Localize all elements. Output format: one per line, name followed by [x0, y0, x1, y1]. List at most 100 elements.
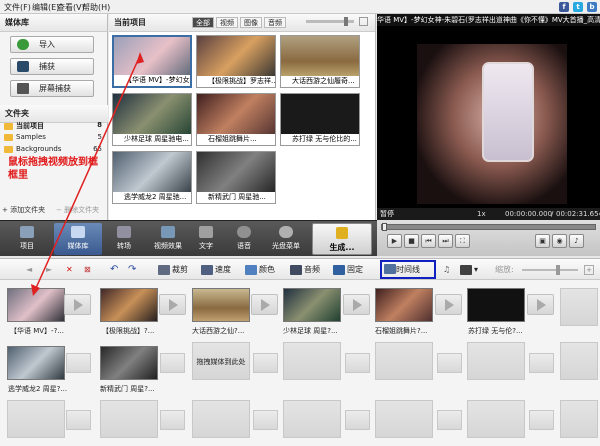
empty-slot[interactable] — [7, 400, 65, 438]
media-tile[interactable]: 苏打绿 无与伦比的... — [280, 93, 360, 146]
transition-slot[interactable] — [345, 410, 370, 430]
transition-slot[interactable] — [437, 353, 462, 373]
media-tile[interactable]: 少林足球 周星驰电... — [112, 93, 192, 146]
facebook-icon[interactable]: f — [559, 2, 569, 12]
twitter-icon[interactable]: t — [573, 2, 583, 12]
tab-all[interactable]: 全部 — [192, 17, 214, 28]
tree-item-samples[interactable]: Samples 5 — [4, 133, 104, 141]
drop-here-slot[interactable]: 拖拽媒体到此处 — [192, 342, 250, 380]
media-tile[interactable]: 逃学威龙2 周星驰... — [112, 151, 192, 204]
move-right-icon[interactable]: ► — [46, 263, 52, 276]
transition-slot[interactable] — [435, 294, 462, 315]
storyboard-clip[interactable] — [7, 288, 65, 322]
empty-slot[interactable] — [560, 400, 598, 438]
storyboard-clip[interactable] — [7, 346, 65, 380]
slider-handle[interactable] — [344, 17, 348, 26]
storyboard-clip[interactable] — [375, 288, 433, 322]
empty-slot[interactable] — [192, 400, 250, 438]
media-tile[interactable]: 新精武门 周星驰... — [196, 151, 276, 204]
menu-view[interactable]: 查看(V) — [57, 2, 85, 13]
tab-video[interactable]: 视频 — [216, 17, 238, 28]
transition-slot[interactable] — [345, 353, 370, 373]
transition-slot[interactable] — [529, 410, 554, 430]
undo-icon[interactable]: ↶ — [110, 263, 118, 276]
transition-slot[interactable] — [437, 410, 462, 430]
add-folder-button[interactable]: + 添加文件夹 — [2, 205, 45, 215]
stop-button[interactable]: ■ — [404, 234, 419, 248]
transition-slot[interactable] — [529, 353, 554, 373]
transition-slot[interactable] — [251, 294, 278, 315]
voiceover-icon[interactable]: ♫ — [443, 263, 450, 276]
fullscreen-button[interactable]: ⛶ — [455, 234, 470, 248]
empty-slot[interactable] — [560, 342, 598, 380]
capture-button[interactable]: 捕获 — [10, 58, 94, 75]
media-tile[interactable]: 【极限挑战】罗志祥... — [196, 35, 276, 88]
monitor-button[interactable]: ▣ — [535, 234, 550, 248]
storyboard-clip[interactable] — [100, 288, 158, 322]
transition-slot[interactable] — [66, 410, 91, 430]
color-button[interactable]: 颜色 — [245, 263, 275, 276]
empty-slot[interactable] — [283, 400, 341, 438]
media-library-button[interactable]: 媒体库 — [54, 223, 102, 255]
transition-slot[interactable] — [160, 410, 185, 430]
empty-slot[interactable] — [375, 342, 433, 380]
transition-slot[interactable] — [253, 353, 278, 373]
import-button[interactable]: 导入 — [10, 36, 94, 53]
zoom-slider[interactable] — [522, 265, 578, 275]
media-tile[interactable]: 石榴姐跳舞片... — [196, 93, 276, 146]
delete-folder-button[interactable]: − 删除文件夹 — [56, 205, 99, 215]
storyboard-clip[interactable] — [283, 288, 341, 322]
transition-slot[interactable] — [527, 294, 554, 315]
storyboard-clip[interactable] — [192, 288, 250, 322]
disc-menu-button[interactable]: 光盘菜单 — [266, 223, 306, 255]
tab-audio[interactable]: 音频 — [264, 17, 286, 28]
project-button[interactable]: 项目 — [4, 223, 50, 255]
seek-bar[interactable] — [381, 223, 596, 231]
speed-button[interactable]: 速度 — [201, 263, 231, 276]
empty-slot[interactable] — [467, 342, 525, 380]
redo-icon[interactable]: ↷ — [128, 263, 136, 276]
speed-value[interactable]: 1x — [477, 208, 486, 220]
produce-button[interactable]: 生成... — [312, 223, 372, 255]
transition-button[interactable]: 转场 — [104, 223, 144, 255]
snapshot-button[interactable]: ◉ — [552, 234, 567, 248]
media-tile[interactable]: 【华语 MV】-梦幻女神... — [112, 35, 192, 88]
empty-slot[interactable] — [100, 400, 158, 438]
storyboard-clip[interactable] — [100, 346, 158, 380]
empty-slot[interactable] — [467, 400, 525, 438]
video-effects-button[interactable]: 视频效果 — [146, 223, 190, 255]
large-thumb-icon[interactable] — [359, 17, 368, 26]
blog-icon[interactable]: b — [587, 2, 597, 12]
thumb-size-slider[interactable] — [306, 17, 354, 26]
zoom-handle[interactable] — [556, 265, 560, 275]
monitor-dropdown[interactable]: ▾ — [460, 263, 478, 276]
delete-icon[interactable]: ✕ — [66, 263, 73, 276]
transition-slot[interactable] — [159, 294, 186, 315]
voice-button[interactable]: 语音 — [226, 223, 262, 255]
seek-handle[interactable] — [382, 223, 387, 231]
move-left-icon[interactable]: ◄ — [26, 263, 32, 276]
tree-item-current-project[interactable]: 当前项目 8 — [4, 121, 104, 131]
zoom-in-button[interactable]: + — [584, 265, 594, 275]
empty-slot[interactable] — [375, 400, 433, 438]
menu-edit[interactable]: 编辑(E) — [32, 2, 59, 13]
transition-slot[interactable] — [64, 294, 91, 315]
prev-button[interactable]: ⏮ — [421, 234, 436, 248]
next-button[interactable]: ⏭ — [438, 234, 453, 248]
timeline-button[interactable]: 时间线 — [380, 260, 436, 279]
transition-slot[interactable] — [253, 410, 278, 430]
menu-file[interactable]: 文件(F) — [4, 2, 31, 13]
storyboard-clip[interactable] — [467, 288, 525, 322]
empty-slot[interactable] — [283, 342, 341, 380]
play-button[interactable]: ▶ — [387, 234, 402, 248]
tree-item-backgrounds[interactable]: Backgrounds 65 — [4, 145, 104, 153]
crop-button[interactable]: 裁剪 — [158, 263, 188, 276]
volume-button[interactable]: ♪ — [569, 234, 584, 248]
empty-slot[interactable] — [560, 288, 598, 326]
transition-slot[interactable] — [66, 353, 91, 373]
tab-image[interactable]: 图像 — [240, 17, 262, 28]
preview-player[interactable] — [377, 14, 600, 220]
transition-slot[interactable] — [343, 294, 370, 315]
media-tile[interactable]: 大话西游之仙履奇... — [280, 35, 360, 88]
text-button[interactable]: 文字 — [192, 223, 220, 255]
